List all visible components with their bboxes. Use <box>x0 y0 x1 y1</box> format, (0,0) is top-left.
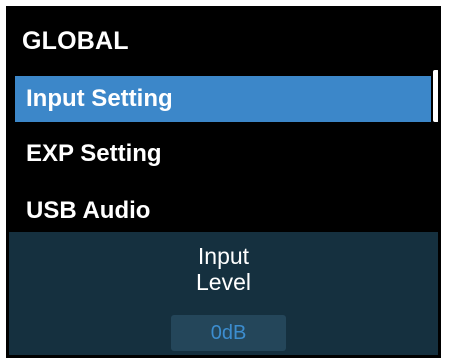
menu-item-exp-setting[interactable]: EXP Setting <box>15 131 431 177</box>
parameter-name-line2: Level <box>196 269 251 295</box>
parameter-name-line1: Input <box>197 243 250 269</box>
menu-item-input-setting[interactable]: Input Setting <box>15 76 431 122</box>
menu-item-usb-audio[interactable]: USB Audio <box>15 188 431 234</box>
scrollbar-thumb[interactable] <box>433 70 438 122</box>
parameter-panel: Input Level 0dB <box>9 232 438 355</box>
parameter-value[interactable]: 0dB <box>171 315 286 351</box>
device-screen: GLOBAL Input Setting EXP Setting USB Aud… <box>6 6 441 358</box>
menu-title: GLOBAL <box>22 27 129 55</box>
parameter-name: Input Level <box>9 243 438 295</box>
